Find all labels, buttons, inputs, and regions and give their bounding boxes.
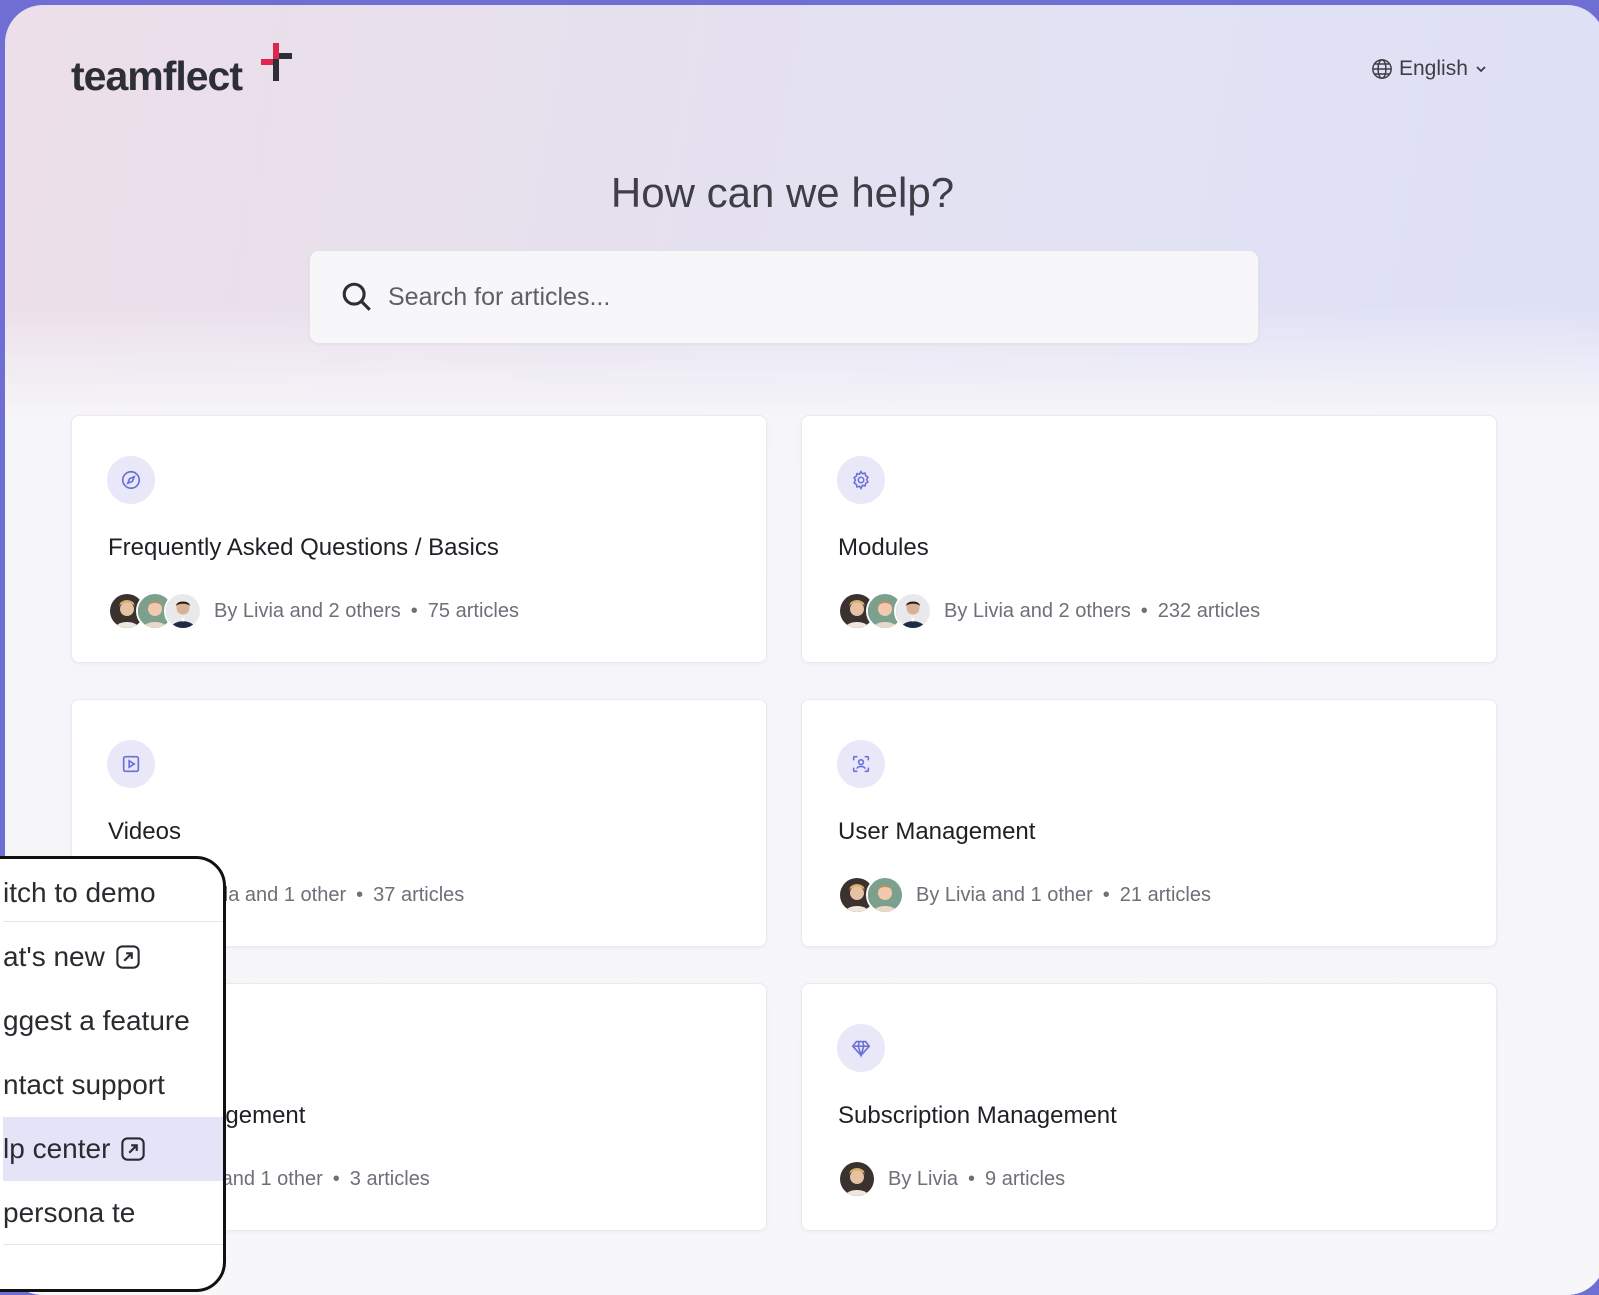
card-meta: By Livia and 2 others • 75 articles xyxy=(108,592,519,630)
menu-item-switch-to-demo[interactable]: itch to demo xyxy=(3,861,156,925)
card-authors: By Livia xyxy=(888,1167,959,1190)
language-selector[interactable]: English xyxy=(1371,57,1488,81)
category-card-user-management[interactable]: User Management By Livia and 1 other • 2… xyxy=(801,699,1497,947)
category-card-modules[interactable]: Modules By Livia and 2 others • 232 arti… xyxy=(801,415,1497,663)
card-meta: By Livia and 1 other • 21 articles xyxy=(838,876,1211,914)
menu-item-impersonate[interactable]: persona te xyxy=(3,1181,135,1245)
card-meta: By Livia • 9 articles xyxy=(838,1160,1065,1198)
card-title: Frequently Asked Questions / Basics xyxy=(108,534,499,561)
external-link-icon xyxy=(116,945,140,969)
separator-dot: • xyxy=(1140,599,1148,622)
menu-item-label: ntact support xyxy=(3,1069,165,1100)
globe-icon xyxy=(1372,59,1392,79)
card-article-count: 75 articles xyxy=(427,599,519,622)
help-center-page: teamflect English How can we help? Frequ… xyxy=(5,5,1599,1295)
card-article-count: 3 articles xyxy=(349,1167,430,1190)
menu-item-label: lp center xyxy=(3,1133,111,1164)
author-avatars xyxy=(838,592,932,630)
menu-divider xyxy=(3,1244,223,1245)
separator-dot: • xyxy=(332,1167,340,1190)
chevron-down-icon xyxy=(1476,66,1486,73)
author-avatars xyxy=(838,1160,876,1198)
card-title: Videos xyxy=(108,818,181,845)
separator-dot: • xyxy=(410,599,418,622)
menu-item-help-center[interactable]: lp center xyxy=(3,1117,223,1181)
user-scan-icon xyxy=(837,740,885,788)
menu-item-label: itch to demo xyxy=(3,877,156,908)
compass-icon xyxy=(107,456,155,504)
brand-mark-icon xyxy=(261,43,292,81)
separator-dot: • xyxy=(1102,883,1110,906)
menu-item-label: at's new xyxy=(3,941,105,972)
category-card-faq[interactable]: Frequently Asked Questions / Basics By L… xyxy=(71,415,767,663)
avatar xyxy=(866,876,904,914)
page-title: How can we help? xyxy=(610,169,955,216)
separator-dot: • xyxy=(356,883,364,906)
card-authors: By Livia and 2 others xyxy=(944,599,1131,622)
menu-item-label: ggest a feature xyxy=(3,1005,190,1036)
external-link-icon xyxy=(121,1137,146,1161)
card-article-count: 37 articles xyxy=(373,883,465,906)
avatar xyxy=(838,1160,876,1198)
search-bar[interactable] xyxy=(309,250,1259,344)
card-article-count: 232 articles xyxy=(1157,599,1261,622)
browser-window: teamflect English How can we help? Frequ… xyxy=(5,5,1599,1295)
menu-item-whats-new[interactable]: at's new xyxy=(3,925,143,989)
search-input[interactable] xyxy=(386,281,1210,313)
menu-item-label: persona te xyxy=(3,1197,136,1228)
diamond-icon xyxy=(837,1024,885,1072)
gear-icon xyxy=(837,456,885,504)
card-authors: By Livia and 2 others xyxy=(214,599,401,622)
author-avatars xyxy=(108,592,202,630)
menu-divider xyxy=(3,921,223,922)
avatar xyxy=(164,592,202,630)
menu-item-contact-support[interactable]: ntact support xyxy=(3,1053,165,1117)
card-title: User Management xyxy=(838,818,1036,845)
card-authors: By Livia and 1 other xyxy=(916,883,1093,906)
card-article-count: 21 articles xyxy=(1119,883,1211,906)
play-icon xyxy=(107,740,155,788)
brand-name: teamflect xyxy=(71,53,243,99)
language-label: English xyxy=(1399,57,1468,80)
search-icon xyxy=(342,282,371,311)
card-title: Modules xyxy=(838,534,929,561)
author-avatars xyxy=(838,876,904,914)
card-meta: By Livia and 2 others • 232 articles xyxy=(838,592,1260,630)
card-article-count: 9 articles xyxy=(985,1167,1066,1190)
brand-logo[interactable]: teamflect xyxy=(71,43,292,101)
avatar xyxy=(894,592,932,630)
card-title: Subscription Management xyxy=(838,1102,1117,1129)
menu-item-suggest-feature[interactable]: ggest a feature xyxy=(3,989,190,1053)
help-menu-popover: itch to demo at's new ggest a feature nt… xyxy=(0,856,226,1292)
category-card-subscription-management[interactable]: Subscription Management By Livia • 9 art… xyxy=(801,983,1497,1231)
separator-dot: • xyxy=(968,1167,976,1190)
